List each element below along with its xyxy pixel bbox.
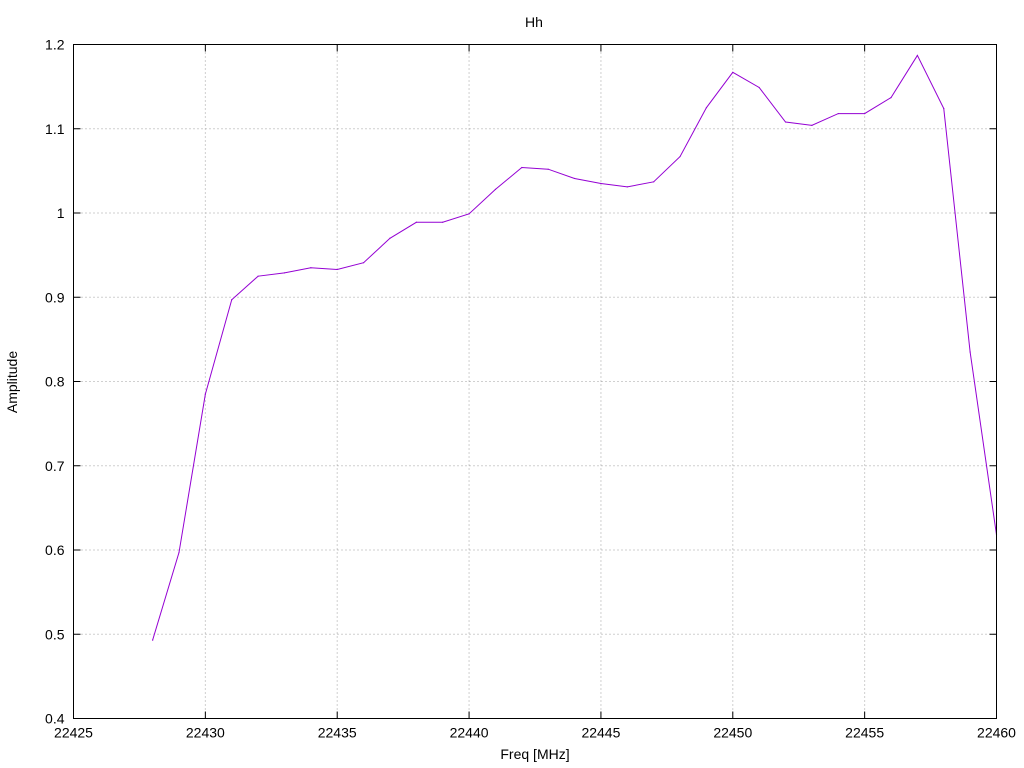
data-point [653,181,655,183]
data-point [204,393,206,395]
y-tick-label: 0.4 [45,711,65,727]
y-tick-labels: 0.4 0.5 0.6 0.7 0.8 0.9 1 1.1 1.2 [45,37,65,727]
data-point [705,107,708,109]
data-point [626,186,628,188]
data-point [152,639,154,641]
data-point [573,177,576,180]
x-tick-labels: 22425 22430 22435 22440 22445 22450 22455 22460 [54,725,1016,741]
y-tick-label: 1 [57,205,65,221]
data-point [547,168,549,170]
line-chart: Hh 22425 22430 22435 22440 22445 22450 22455 22… [4,14,1016,762]
data-point [732,71,734,73]
x-axis-label: Freq [MHz] [500,746,569,762]
data-point [178,551,180,554]
x-tick-label: 22460 [977,725,1016,741]
x-tick-label: 22435 [318,725,357,741]
y-axis-label: Amplitude [4,351,20,413]
data-point [521,166,523,169]
data-point [389,237,391,239]
data-point [784,121,787,123]
data-point [415,221,417,223]
data-point [310,267,312,269]
data-point [890,96,892,99]
x-tick-label: 22455 [845,725,884,741]
grid-lines [73,44,997,719]
data-point [257,275,259,277]
data-point [758,86,760,89]
data-point [837,112,839,115]
x-tick-label: 22450 [713,725,752,741]
x-tick-label: 22440 [450,725,489,741]
data-point [864,112,866,115]
y-tick-label: 0.6 [45,542,65,558]
data-point [362,262,365,264]
data-point [600,182,602,185]
data-point [468,213,470,215]
data-point [811,124,813,126]
data-point [283,272,286,274]
x-tick-label: 22430 [186,725,225,741]
data-point [336,268,338,271]
y-tick-label: 0.9 [45,289,65,305]
chart-title: Hh [525,14,543,30]
y-tick-label: 1.1 [45,121,65,137]
series-line [152,54,997,641]
data-point [943,107,945,110]
x-tick-label: 22425 [54,725,93,741]
y-tick-label: 0.5 [45,626,65,642]
y-tick-label: 0.8 [45,374,65,390]
data-point [679,155,681,158]
data-point [969,351,971,353]
y-tick-label: 0.7 [45,458,65,474]
data-point [494,188,497,191]
data-point [442,221,444,223]
x-tick-label: 22445 [581,725,620,741]
series-layer [152,54,998,641]
data-point [916,54,918,57]
y-tick-label: 1.2 [45,37,65,53]
data-point [231,299,233,301]
